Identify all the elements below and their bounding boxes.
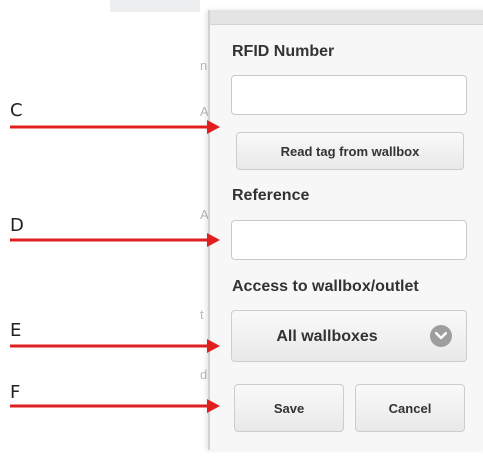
cancel-button[interactable]: Cancel (355, 384, 465, 432)
rfid-number-input[interactable] (231, 75, 467, 115)
reference-input[interactable] (231, 220, 467, 260)
annotation-arrow-d (10, 233, 220, 247)
read-tag-button[interactable]: Read tag from wallbox (236, 132, 464, 170)
chevron-down-icon (430, 325, 452, 347)
annotation-arrow-c (10, 120, 220, 134)
annotation-arrow-f (10, 399, 220, 413)
annotation-label-c: C (10, 100, 23, 121)
panel-header-bar (210, 10, 483, 25)
access-select[interactable]: All wallboxes (231, 310, 467, 362)
edit-rfid-panel: RFID Number Read tag from wallbox Refere… (208, 10, 483, 450)
annotation-arrow-e (10, 339, 220, 353)
rfid-number-label: RFID Number (232, 43, 335, 60)
save-button[interactable]: Save (234, 384, 344, 432)
reference-label: Reference (232, 187, 310, 204)
background-header-strip (110, 0, 200, 12)
access-label: Access to wallbox/outlet (232, 278, 419, 295)
access-select-value: All wallboxes (276, 328, 378, 345)
